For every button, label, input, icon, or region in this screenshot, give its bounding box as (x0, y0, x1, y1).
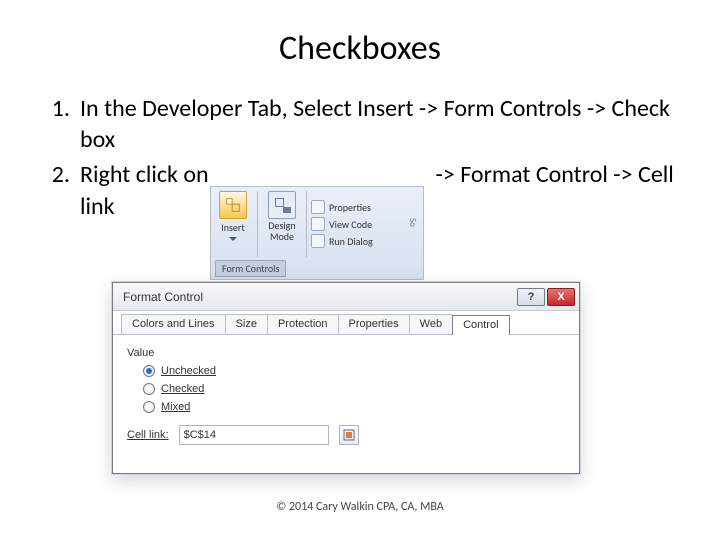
ribbon-view-code-label: View Code (329, 218, 372, 231)
copyright: © 2014 Cary Walkin CPA, CA, MBA (0, 500, 720, 514)
radio-unchecked[interactable]: Unchecked (143, 365, 565, 377)
radio-mixed[interactable]: Mixed (143, 401, 565, 413)
radio-checked[interactable]: Checked (143, 383, 565, 395)
radio-mixed-label: Mixed (161, 401, 190, 413)
insert-icon (219, 191, 247, 219)
ribbon-truncated-group: So (407, 189, 421, 259)
page-title: Checkboxes (0, 0, 720, 93)
ribbon-insert-label: Insert (221, 221, 245, 234)
tab-protection[interactable]: Protection (267, 314, 339, 334)
tab-colors-lines[interactable]: Colors and Lines (121, 314, 226, 334)
list-number: 2. (36, 159, 80, 221)
list-item: 1. In the Developer Tab, Select Insert -… (36, 93, 684, 155)
dialog-titlebar: Format Control ? X (113, 283, 579, 311)
radio-icon (143, 401, 155, 413)
properties-icon (311, 200, 325, 214)
radio-icon (143, 383, 155, 395)
ribbon-properties-label: Properties (329, 201, 371, 214)
list-text-part: Right click on (80, 160, 209, 189)
dialog-body: Value Unchecked Checked Mixed Cell link:… (113, 335, 579, 453)
list-number: 1. (36, 93, 80, 155)
tab-web[interactable]: Web (409, 314, 453, 334)
close-button[interactable]: X (547, 288, 575, 306)
tab-size[interactable]: Size (225, 314, 268, 334)
run-dialog-icon (311, 234, 325, 248)
design-mode-icon (268, 191, 296, 219)
range-picker-icon (343, 429, 355, 441)
ribbon-design-mode-button[interactable]: Design Mode (260, 187, 304, 261)
format-control-dialog: Format Control ? X Colors and Lines Size… (112, 282, 580, 474)
chevron-down-icon (229, 237, 237, 241)
ribbon-design-mode-label: Design Mode (260, 221, 304, 242)
cell-link-input[interactable]: $C$14 (179, 425, 329, 445)
cell-link-picker-button[interactable] (339, 425, 359, 445)
dialog-title: Format Control (123, 290, 515, 304)
ribbon-screenshot: Insert Design Mode Properties View Code … (210, 186, 424, 280)
help-button[interactable]: ? (517, 288, 545, 306)
ribbon-run-dialog-label: Run Dialog (329, 235, 373, 248)
list-text: In the Developer Tab, Select Insert -> F… (80, 93, 684, 155)
ribbon-group-label: Form Controls (215, 260, 286, 277)
dialog-tabstrip: Colors and Lines Size Protection Propert… (113, 311, 579, 335)
ribbon-insert-button[interactable]: Insert (211, 187, 255, 261)
radio-unchecked-label: Unchecked (161, 365, 216, 377)
radio-icon (143, 365, 155, 377)
tab-properties[interactable]: Properties (338, 314, 410, 334)
tab-control[interactable]: Control (452, 315, 509, 335)
radio-checked-label: Checked (161, 383, 204, 395)
cell-link-label: Cell link: (127, 429, 169, 441)
value-section-label: Value (127, 347, 565, 359)
view-code-icon (311, 217, 325, 231)
